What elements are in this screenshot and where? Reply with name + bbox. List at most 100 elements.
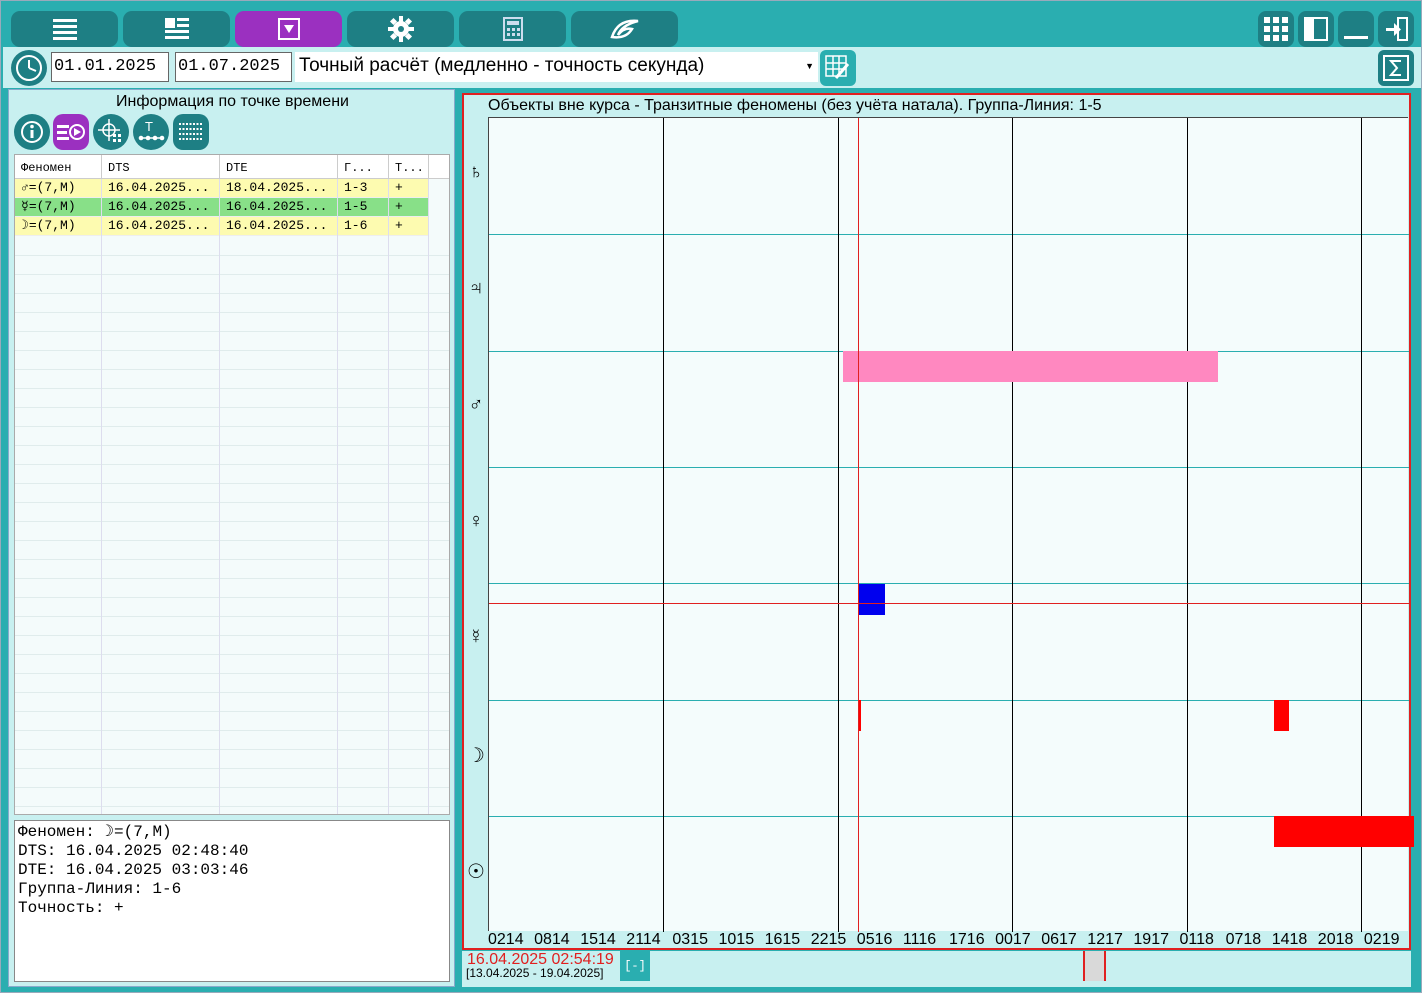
x-axis-label: 1917 bbox=[1133, 931, 1169, 948]
filter-button[interactable] bbox=[235, 11, 342, 47]
cursor-horizontal-line bbox=[489, 603, 1409, 604]
info-button[interactable] bbox=[14, 114, 50, 150]
phenomenon-details: Феномен: ☽=(7,M) DTS: 16.04.2025 02:48:40… bbox=[14, 820, 450, 982]
x-axis-label: 2018 bbox=[1317, 931, 1354, 948]
exit-button[interactable] bbox=[1378, 11, 1414, 47]
logo-icon bbox=[609, 19, 638, 39]
timeline-button[interactable]: T bbox=[133, 114, 169, 150]
y-axis-label: ♂ bbox=[468, 393, 484, 416]
minimize-button[interactable] bbox=[1338, 11, 1374, 47]
menu-button[interactable] bbox=[11, 11, 118, 47]
day-gridline bbox=[1187, 118, 1188, 932]
svg-text:T: T bbox=[145, 119, 153, 134]
table-view-button[interactable] bbox=[173, 114, 209, 150]
column-header-phenomenon[interactable]: Феномен bbox=[15, 155, 102, 179]
x-axis-label: 1514 bbox=[580, 931, 616, 948]
y-axis-label: ☽ bbox=[467, 744, 485, 767]
grid-icon bbox=[1264, 17, 1288, 41]
column-header-group[interactable]: Г... bbox=[338, 155, 389, 179]
detail-dte: DTE: 16.04.2025 03:03:46 bbox=[18, 861, 249, 879]
timeline-plot[interactable] bbox=[488, 117, 1414, 932]
chevron-down-icon: ▼ bbox=[805, 61, 814, 71]
sun-phenomenon-bar[interactable] bbox=[1274, 816, 1414, 847]
column-divider bbox=[102, 179, 220, 814]
column-divider bbox=[389, 179, 429, 814]
crosshair-grid-icon bbox=[98, 119, 121, 142]
grid-edit-icon bbox=[825, 55, 850, 79]
sum-button[interactable] bbox=[1378, 50, 1414, 86]
info-icon bbox=[21, 121, 43, 143]
detail-dts: DTS: 16.04.2025 02:48:40 bbox=[18, 842, 249, 860]
day-gridline bbox=[663, 118, 664, 932]
date-range-bar: 01.01.2025 01.07.2025 Точный расчёт (мед… bbox=[3, 47, 1421, 88]
zoom-out-button[interactable]: [-] bbox=[620, 951, 650, 981]
row-gridline bbox=[489, 583, 1409, 585]
y-axis-label: ♄ bbox=[468, 161, 484, 183]
x-axis-label: 1418 bbox=[1271, 931, 1308, 948]
x-axis-label: 0219 bbox=[1363, 931, 1400, 948]
start-date-field[interactable]: 01.01.2025 bbox=[51, 52, 169, 82]
x-axis-label: 0516 bbox=[856, 931, 893, 948]
menu-icon bbox=[52, 19, 77, 40]
calculator-icon bbox=[502, 17, 523, 41]
x-axis-label: 1716 bbox=[949, 931, 985, 948]
x-axis-label: 0814 bbox=[534, 931, 570, 948]
detail-phenomenon: Феномен: ☽=(7,M) bbox=[18, 823, 172, 841]
mars-phenomenon-bar[interactable] bbox=[843, 351, 1218, 382]
column-header-accuracy[interactable]: Т... bbox=[389, 155, 429, 179]
minimize-icon bbox=[1344, 36, 1368, 39]
panel-toggle-button[interactable] bbox=[1298, 11, 1334, 47]
filter-icon bbox=[277, 18, 300, 40]
logo-button[interactable] bbox=[571, 11, 678, 47]
settings-button[interactable] bbox=[347, 11, 454, 47]
grid-view-button[interactable] bbox=[1258, 11, 1294, 47]
layout-button[interactable] bbox=[123, 11, 230, 47]
calculator-button[interactable] bbox=[459, 11, 566, 47]
day-gridline bbox=[1361, 118, 1362, 932]
time-point-info-panel: Информация по точке времени T Феномен DT… bbox=[8, 89, 455, 987]
clock-button[interactable] bbox=[11, 50, 47, 86]
x-axis-label: 2215 bbox=[810, 931, 847, 948]
gear-icon bbox=[387, 16, 414, 42]
column-header-dte[interactable]: DTE bbox=[220, 155, 338, 179]
column-header-dts[interactable]: DTS bbox=[102, 155, 220, 179]
exit-icon bbox=[1386, 17, 1408, 41]
range-scroll-thumb[interactable] bbox=[1083, 951, 1106, 981]
day-gridline bbox=[838, 118, 839, 932]
timeline-icon: T bbox=[138, 119, 165, 141]
row-gridline bbox=[489, 699, 1409, 701]
mercury-phenomenon-bar[interactable] bbox=[859, 584, 885, 615]
calc-mode-select[interactable]: Точный расчёт (медленно - точность секун… bbox=[295, 52, 818, 82]
column-divider bbox=[220, 179, 338, 814]
x-axis-label: 0315 bbox=[672, 931, 708, 948]
moon-phenomenon-bar[interactable] bbox=[859, 700, 861, 731]
y-axis-label: ☿ bbox=[468, 626, 484, 649]
list-export-button[interactable] bbox=[53, 114, 89, 150]
row-gridline bbox=[489, 234, 1409, 236]
x-axis-label: 1015 bbox=[718, 931, 755, 948]
apply-button[interactable] bbox=[820, 50, 856, 86]
x-axis-label: 1217 bbox=[1087, 931, 1123, 948]
detail-accuracy: Точность: + bbox=[18, 899, 124, 917]
x-axis-label: 2114 bbox=[626, 931, 661, 948]
column-divider bbox=[338, 179, 389, 814]
chart-title: Объекты вне курса - Транзитные феномены … bbox=[488, 97, 1102, 114]
y-axis-label: ♃ bbox=[468, 277, 484, 300]
x-axis-label: 1116 bbox=[902, 931, 937, 948]
end-date-field[interactable]: 01.07.2025 bbox=[175, 52, 292, 82]
x-axis-label: 0718 bbox=[1225, 931, 1262, 948]
panel-icon bbox=[1304, 17, 1328, 41]
column-header-filler bbox=[429, 155, 449, 179]
moon-phenomenon-bar[interactable] bbox=[1274, 700, 1289, 731]
table-lines-icon bbox=[179, 123, 203, 140]
y-axis-label: ♀ bbox=[468, 509, 484, 532]
list-arrow-icon bbox=[57, 124, 85, 140]
crosshair-button[interactable] bbox=[93, 114, 129, 150]
main-toolbar bbox=[3, 3, 1421, 47]
x-axis-label: 1615 bbox=[764, 931, 801, 948]
y-axis-label: ☉ bbox=[467, 860, 485, 883]
cursor-vertical-line bbox=[858, 118, 859, 932]
column-divider bbox=[15, 179, 102, 814]
phenomena-table: Феномен DTS DTE Г... Т... ♂=(7,M) 16.04.2… bbox=[14, 154, 450, 815]
chart-status-bar: 16.04.2025 02:54:19 [13.04.2025 - 19.04.… bbox=[462, 951, 1411, 987]
